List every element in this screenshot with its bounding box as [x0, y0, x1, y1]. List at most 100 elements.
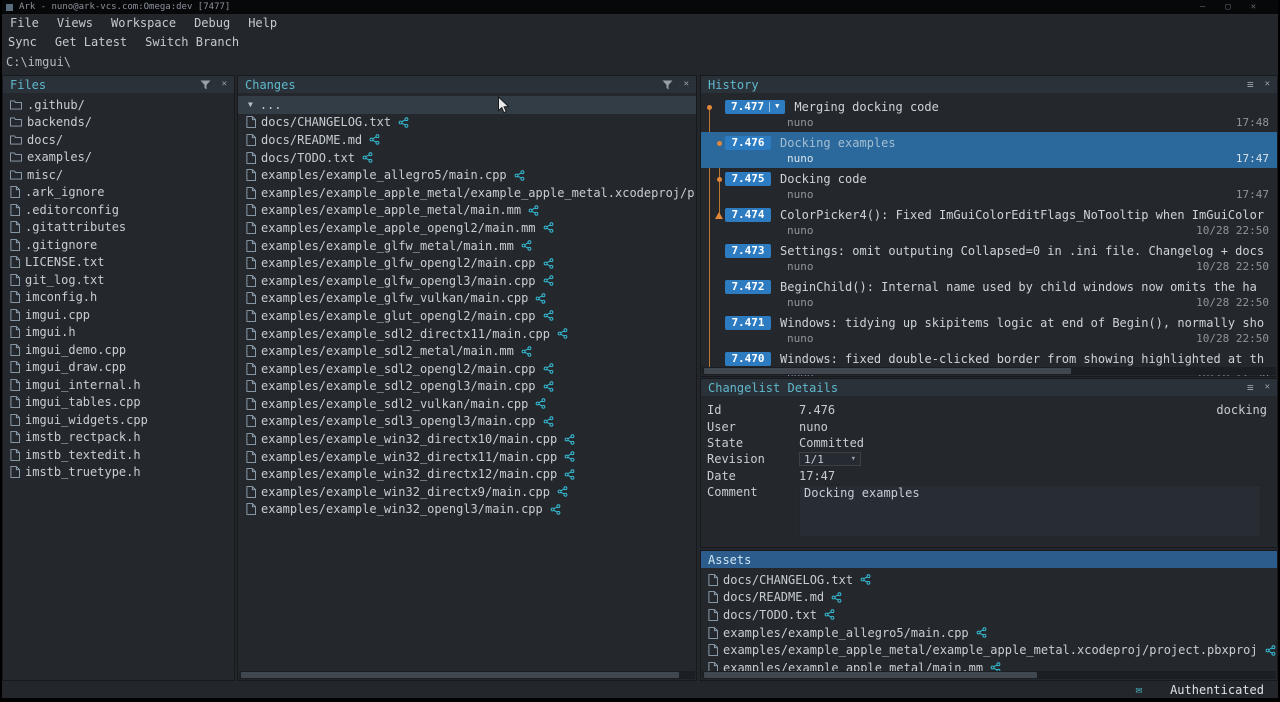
changed-file-row[interactable]: examples/example_sdl2_metal/main.mm [238, 342, 696, 360]
changed-file-row[interactable]: examples/example_win32_directx9/main.cpp [238, 483, 696, 501]
history-row[interactable]: 7.475Docking codenuno17:47 [701, 168, 1277, 204]
file-tree-item[interactable]: imconfig.h [3, 289, 234, 307]
close-panel-icon[interactable]: ✕ [1265, 80, 1270, 89]
scrollbar-thumb[interactable] [704, 672, 1037, 678]
minimize-button[interactable]: – [1200, 2, 1205, 12]
menu-file[interactable]: File [10, 16, 39, 30]
changed-file-row[interactable]: examples/example_sdl2_vulkan/main.cpp [238, 395, 696, 413]
changed-file-row[interactable]: examples/example_glfw_opengl2/main.cpp [238, 254, 696, 272]
asset-row[interactable]: examples/example_allegro5/main.cpp [701, 624, 1277, 642]
assets-panel-header[interactable]: Assets [701, 551, 1277, 568]
file-tree-item[interactable]: imgui_widgets.cpp [3, 411, 234, 429]
file-tree-item[interactable]: docs/ [3, 131, 234, 149]
file-tree-item[interactable]: .editorconfig [3, 201, 234, 219]
changed-file-row[interactable]: examples/example_win32_directx11/main.cp… [238, 448, 696, 466]
file-tree-item[interactable]: imgui_tables.cpp [3, 394, 234, 412]
close-panel-icon[interactable]: ✕ [222, 80, 227, 89]
file-tree-item[interactable]: LICENSE.txt [3, 254, 234, 272]
changed-file-row[interactable]: examples/example_glfw_vulkan/main.cpp [238, 290, 696, 308]
revision-selector[interactable]: 1/1▾ [799, 452, 861, 466]
scrollbar-thumb[interactable] [241, 672, 679, 678]
asset-row[interactable]: docs/CHANGELOG.txt [701, 571, 1277, 589]
details-panel-header[interactable]: Changelist Details ≡ ✕ [701, 379, 1277, 396]
changed-file-path: examples/example_sdl3_opengl3/main.cpp [261, 414, 536, 428]
changed-file-row[interactable]: examples/example_glut_opengl2/main.cpp [238, 307, 696, 325]
history-row[interactable]: 7.473Settings: omit outputing Collapsed=… [701, 240, 1277, 276]
changed-file-row[interactable]: examples/example_apple_metal/main.mm [238, 202, 696, 220]
file-tree-item[interactable]: imgui_draw.cpp [3, 359, 234, 377]
changed-file-row[interactable]: examples/example_sdl3_opengl3/main.cpp [238, 413, 696, 431]
filter-icon[interactable] [200, 80, 211, 90]
file-tree-item[interactable]: .gitignore [3, 236, 234, 254]
changed-file-row[interactable]: examples/example_win32_opengl3/main.cpp [238, 501, 696, 519]
file-icon [10, 309, 20, 321]
file-tree-item[interactable]: .gitattributes [3, 219, 234, 237]
filter-icon[interactable] [662, 80, 673, 90]
file-tree-item[interactable]: misc/ [3, 166, 234, 184]
changed-file-row[interactable]: examples/example_sdl2_opengl3/main.cpp [238, 378, 696, 396]
file-tree-item[interactable]: imstb_rectpack.h [3, 429, 234, 447]
history-row[interactable]: 7.472BeginChild(): Internal name used by… [701, 276, 1277, 312]
file-tree-item[interactable]: examples/ [3, 149, 234, 167]
asset-row[interactable]: docs/README.md [701, 589, 1277, 607]
changes-panel-header[interactable]: Changes ✕ [238, 76, 696, 93]
changes-hscrollbar[interactable] [239, 671, 695, 679]
close-panel-icon[interactable]: ✕ [684, 80, 689, 89]
changed-file-row[interactable]: examples/example_sdl2_opengl2/main.cpp [238, 360, 696, 378]
changed-file-row[interactable]: examples/example_allegro5/main.cpp [238, 166, 696, 184]
file-tree-item[interactable]: imgui.cpp [3, 306, 234, 324]
revision-badge[interactable]: 7.476 [725, 136, 771, 150]
toolbar-sync-button[interactable]: Sync [8, 35, 37, 49]
assets-hscrollbar[interactable] [702, 671, 1276, 679]
revision-badge[interactable]: 7.473 [725, 244, 771, 258]
file-tree-item[interactable]: imgui_internal.h [3, 376, 234, 394]
history-hscrollbar[interactable] [702, 367, 1276, 375]
file-tree-item[interactable]: imstb_textedit.h [3, 446, 234, 464]
menu-icon[interactable]: ≡ [1247, 382, 1254, 393]
asset-row[interactable]: examples/example_apple_metal/example_app… [701, 641, 1277, 659]
menu-help[interactable]: Help [248, 16, 277, 30]
history-row[interactable]: 7.471Windows: tidying up skipitems logic… [701, 312, 1277, 348]
changed-file-row[interactable]: examples/example_apple_opengl2/main.mm [238, 219, 696, 237]
file-tree-item[interactable]: imgui.h [3, 324, 234, 342]
maximize-button[interactable]: ▢ [1225, 2, 1230, 12]
revision-badge[interactable]: 7.472 [725, 280, 771, 294]
toolbar-switch-branch-button[interactable]: Switch Branch [145, 35, 239, 49]
revision-number: 7.473 [731, 245, 764, 257]
changed-file-row[interactable]: examples/example_win32_directx12/main.cp… [238, 465, 696, 483]
changed-file-row[interactable]: examples/example_glfw_metal/main.mm [238, 237, 696, 255]
file-tree-item[interactable]: .ark_ignore [3, 184, 234, 202]
menu-debug[interactable]: Debug [194, 16, 230, 30]
menu-icon[interactable]: ≡ [1247, 79, 1254, 90]
revision-badge[interactable]: 7.477▼ [725, 100, 785, 114]
close-button[interactable]: ✕ [1251, 2, 1256, 12]
changed-file-row[interactable]: examples/example_sdl2_directx11/main.cpp [238, 325, 696, 343]
file-tree-item[interactable]: backends/ [3, 114, 234, 132]
revision-badge[interactable]: 7.470 [725, 352, 771, 366]
menu-views[interactable]: Views [57, 16, 93, 30]
revision-badge[interactable]: 7.471 [725, 316, 771, 330]
history-row[interactable]: 7.474ColorPicker4(): Fixed ImGuiColorEdi… [701, 204, 1277, 240]
close-panel-icon[interactable]: ✕ [1265, 383, 1270, 392]
history-panel-header[interactable]: History ≡ ✕ [701, 76, 1277, 93]
revision-badge[interactable]: 7.474 [725, 208, 771, 222]
changes-root-row[interactable]: ▼... [238, 96, 696, 114]
changed-file-row[interactable]: docs/TODO.txt [238, 149, 696, 167]
changed-file-row[interactable]: examples/example_glfw_opengl3/main.cpp [238, 272, 696, 290]
asset-row[interactable]: docs/TODO.txt [701, 606, 1277, 624]
scrollbar-thumb[interactable] [704, 368, 1071, 374]
file-tree-item[interactable]: imstb_truetype.h [3, 464, 234, 482]
revision-badge[interactable]: 7.475 [725, 172, 771, 186]
file-tree-item[interactable]: imgui_demo.cpp [3, 341, 234, 359]
changed-file-row[interactable]: docs/CHANGELOG.txt [238, 114, 696, 132]
changed-file-row[interactable]: examples/example_win32_directx10/main.cp… [238, 430, 696, 448]
file-tree-item[interactable]: .github/ [3, 96, 234, 114]
history-row[interactable]: 7.477▼Merging docking codenuno17:48 [701, 96, 1277, 132]
changed-file-row[interactable]: docs/README.md [238, 131, 696, 149]
files-panel-header[interactable]: Files ✕ [3, 76, 234, 93]
file-tree-item[interactable]: git_log.txt [3, 271, 234, 289]
history-row[interactable]: 7.476Docking examplesnuno17:47 [701, 132, 1277, 168]
toolbar-get-latest-button[interactable]: Get Latest [55, 35, 127, 49]
menu-workspace[interactable]: Workspace [111, 16, 176, 30]
changed-file-row[interactable]: examples/example_apple_metal/example_app… [238, 184, 696, 202]
